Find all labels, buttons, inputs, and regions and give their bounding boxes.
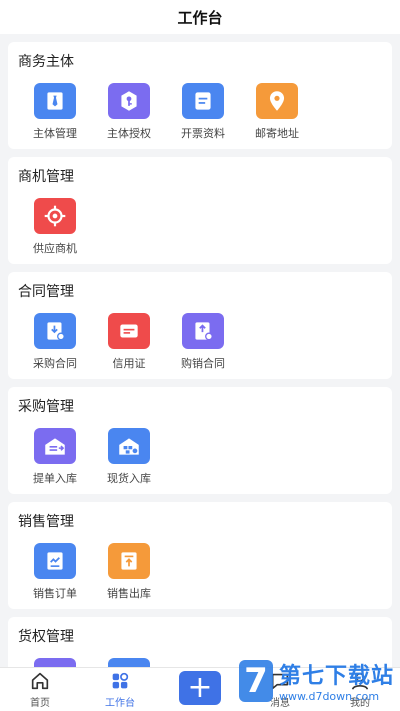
item-label: 邮寄地址 (255, 127, 299, 140)
entity-management-button[interactable]: 主体管理 (18, 83, 92, 141)
sales-order-button[interactable]: 销售订单 (18, 543, 92, 601)
section-title: 销售管理 (18, 514, 74, 530)
tab-label: 工作台 (105, 698, 135, 709)
section-opportunity-management: 商机管理 供应商机 (8, 157, 392, 264)
tab-messages[interactable]: 消息 (240, 668, 320, 711)
box-icon (108, 658, 150, 667)
section-title: 采购管理 (18, 399, 74, 415)
item-label: 销售出库 (107, 587, 151, 600)
spot-inbound-button[interactable]: 现货入库 (92, 428, 166, 486)
upload-contract-icon (182, 313, 224, 349)
chart-order-icon (34, 543, 76, 579)
grid-icon (112, 672, 129, 689)
section-contract-management: 合同管理 采购合同 信用证 购销合同 (8, 272, 392, 379)
section-business-entity: 商务主体 主体管理 主体授权 开票资料 邮寄地址 (8, 42, 392, 149)
location-pin-icon (256, 83, 298, 119)
section-title: 货权管理 (18, 629, 74, 645)
warehouse-in-icon (34, 428, 76, 464)
tab-label: 我的 (350, 698, 370, 709)
item-label: 提单入库 (33, 472, 77, 485)
item-label: 供应商机 (33, 242, 77, 255)
item-label: 采购合同 (33, 357, 77, 370)
tie-icon (34, 83, 76, 119)
card-icon (108, 313, 150, 349)
tab-mine[interactable]: 我的 (320, 668, 400, 711)
bill-inbound-button[interactable]: 提单入库 (18, 428, 92, 486)
section-title: 商务主体 (18, 54, 74, 70)
item-label: 销售订单 (33, 587, 77, 600)
item-label: 购销合同 (181, 357, 225, 370)
entity-authorization-button[interactable]: 主体授权 (92, 83, 166, 141)
message-icon (271, 673, 289, 690)
tab-label: 首页 (30, 698, 50, 709)
tab-home[interactable]: 首页 (0, 668, 80, 711)
page-header: 工作台 (0, 0, 400, 34)
add-button[interactable]: + (179, 671, 221, 705)
purchase-contract-button[interactable]: 采购合同 (18, 313, 92, 371)
supply-opportunity-button[interactable]: 供应商机 (18, 198, 92, 256)
goods-right-item-1[interactable] (18, 658, 92, 667)
letter-of-credit-button[interactable]: 信用证 (92, 313, 166, 371)
document-icon (182, 83, 224, 119)
item-label: 现货入库 (107, 472, 151, 485)
box-icon (34, 658, 76, 667)
item-label: 主体管理 (33, 127, 77, 140)
page-title: 工作台 (177, 8, 223, 27)
item-label: 主体授权 (107, 127, 151, 140)
warehouse-stock-icon (108, 428, 150, 464)
tab-workbench[interactable]: 工作台 (80, 668, 160, 711)
invoice-info-button[interactable]: 开票资料 (166, 83, 240, 141)
user-icon (351, 672, 369, 690)
mailing-address-button[interactable]: 邮寄地址 (240, 83, 314, 141)
section-purchase-management: 采购管理 提单入库 现货入库 (8, 387, 392, 494)
tab-label: 消息 (270, 698, 290, 709)
key-shield-icon (108, 83, 150, 119)
item-label: 开票资料 (181, 127, 225, 140)
goods-right-item-2[interactable] (92, 658, 166, 667)
download-contract-icon (34, 313, 76, 349)
workbench-content[interactable]: 商务主体 主体管理 主体授权 开票资料 邮寄地址 商机管理 供应商机 合同管理 … (0, 34, 400, 667)
target-icon (34, 198, 76, 234)
sales-outbound-button[interactable]: 销售出库 (92, 543, 166, 601)
section-title: 商机管理 (18, 169, 74, 185)
sales-purchase-contract-button[interactable]: 购销合同 (166, 313, 240, 371)
home-icon (31, 672, 49, 690)
section-goods-right-management: 货权管理 (8, 617, 392, 667)
item-label: 信用证 (112, 357, 146, 370)
section-title: 合同管理 (18, 284, 74, 300)
section-sales-management: 销售管理 销售订单 销售出库 (8, 502, 392, 609)
outbound-icon (108, 543, 150, 579)
